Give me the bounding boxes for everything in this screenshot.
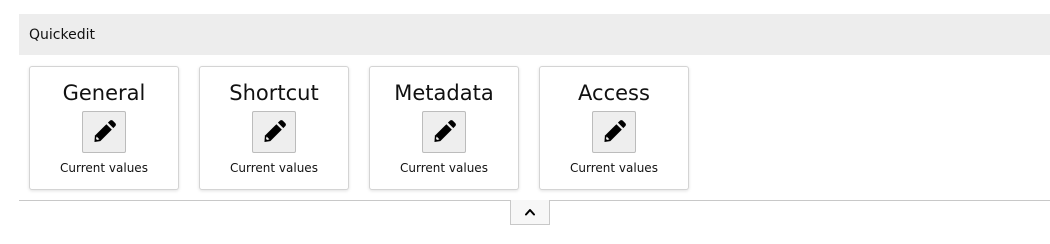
pencil-icon — [601, 119, 627, 145]
card-title: Access — [578, 81, 650, 105]
panel-title: Quickedit — [29, 26, 95, 43]
quickedit-panel-header: Quickedit — [19, 14, 1050, 55]
chevron-up-icon — [525, 208, 535, 216]
card-caption: Current values — [400, 161, 488, 175]
card-access: Access Current values — [539, 66, 689, 190]
pencil-icon — [261, 119, 287, 145]
edit-access-button[interactable] — [592, 111, 636, 153]
card-shortcut: Shortcut Current values — [199, 66, 349, 190]
edit-general-button[interactable] — [82, 111, 126, 153]
card-title: Metadata — [394, 81, 494, 105]
collapse-toggle-button[interactable] — [510, 200, 550, 225]
pencil-icon — [91, 119, 117, 145]
card-general: General Current values — [29, 66, 179, 190]
card-title: Shortcut — [229, 81, 319, 105]
card-caption: Current values — [60, 161, 148, 175]
pencil-icon — [431, 119, 457, 145]
quickedit-cards: General Current values Shortcut Current … — [29, 66, 689, 190]
edit-metadata-button[interactable] — [422, 111, 466, 153]
card-caption: Current values — [570, 161, 658, 175]
card-title: General — [62, 81, 146, 105]
card-caption: Current values — [230, 161, 318, 175]
card-metadata: Metadata Current values — [369, 66, 519, 190]
edit-shortcut-button[interactable] — [252, 111, 296, 153]
